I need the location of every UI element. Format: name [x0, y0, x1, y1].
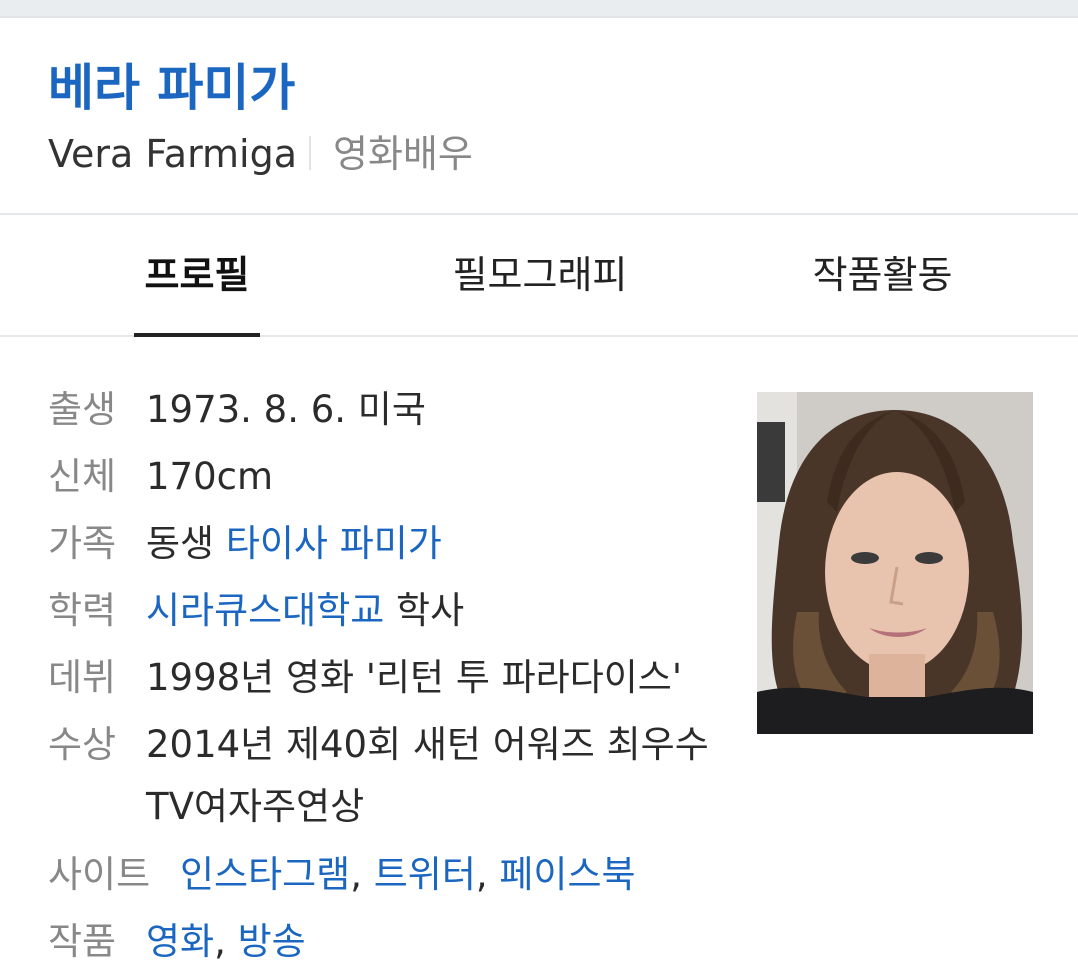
tab-works[interactable]: 작품활동 — [790, 251, 975, 299]
person-header: 베라 파미가 Vera Farmiga 영화배우 — [0, 16, 1078, 214]
twitter-link[interactable]: 트위터 — [374, 853, 476, 896]
tab-filmography[interactable]: 필모그래피 — [440, 251, 640, 299]
header-divider — [309, 136, 311, 170]
debut-value: 1998년 영화 '리턴 투 파라다이스' — [146, 656, 682, 699]
body-value: 170cm — [146, 455, 274, 498]
tab-profile[interactable]: 프로필 — [134, 251, 260, 299]
facebook-link[interactable]: 페이스북 — [499, 853, 635, 896]
birth-value: 1973. 8. 6. 미국 — [146, 388, 426, 431]
person-name-english: Vera Farmiga — [48, 132, 298, 176]
education-link[interactable]: 시라큐스대학교 — [146, 589, 384, 632]
family-link[interactable]: 타이사 파미가 — [226, 522, 442, 565]
sites-label: 사이트 — [48, 853, 151, 896]
person-name-korean[interactable]: 베라 파미가 — [48, 58, 295, 118]
person-occupation: 영화배우 — [333, 132, 473, 176]
works-label: 작품 — [48, 920, 117, 963]
profile-row-works: 작품 영화, 방송 — [48, 911, 306, 973]
tab-bar: 프로필 필모그래피 작품활동 — [0, 213, 1078, 337]
education-label: 학력 — [48, 589, 117, 632]
family-relation: 동생 — [146, 522, 226, 565]
sites-separator-1: , — [350, 853, 374, 896]
profile-row-awards: 수상 2014년 제40회 새턴 어워즈 최우수 — [48, 714, 709, 776]
birth-label: 출생 — [48, 388, 117, 431]
debut-label: 데뷔 — [48, 656, 117, 699]
family-label: 가족 — [48, 522, 117, 565]
top-status-strip — [0, 0, 1078, 16]
instagram-link[interactable]: 인스타그램 — [180, 853, 350, 896]
education-degree: 학사 — [384, 589, 465, 632]
profile-row-education: 학력 시라큐스대학교 학사 — [48, 580, 464, 642]
sites-separator-2: , — [475, 853, 500, 896]
awards-value-line1: 2014년 제40회 새턴 어워즈 최우수 — [146, 723, 709, 766]
profile-photo[interactable] — [757, 392, 1033, 734]
awards-label: 수상 — [48, 723, 117, 766]
profile-row-sites: 사이트 인스타그램, 트위터, 페이스북 — [48, 844, 636, 906]
profile-row-body: 신체 170cm — [48, 446, 273, 508]
profile-row-debut: 데뷔 1998년 영화 '리턴 투 파라다이스' — [48, 647, 682, 709]
profile-row-birth: 출생 1973. 8. 6. 미국 — [48, 379, 426, 441]
body-label: 신체 — [48, 455, 117, 498]
profile-row-family: 가족 동생 타이사 파미가 — [48, 513, 442, 575]
awards-value-line2: TV여자주연상 — [146, 785, 365, 828]
